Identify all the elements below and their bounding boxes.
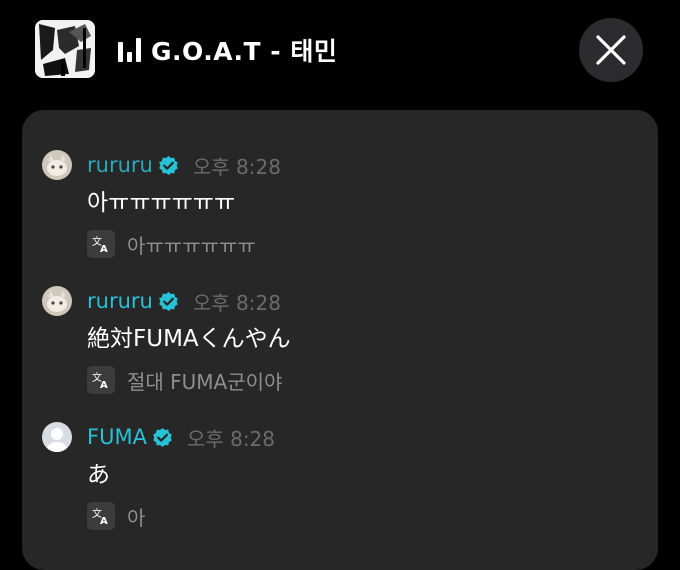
- username[interactable]: FUMA: [87, 425, 147, 449]
- translation-text: 아: [127, 505, 146, 530]
- translate-icon: 文 A: [87, 366, 115, 394]
- chat-message: rururu 오후 8:28 絶対FUMAくんやん 文 A 절대 FUMA군이야: [42, 286, 642, 394]
- track-title: G.O.A.T - 태민: [151, 37, 338, 66]
- now-playing: G.O.A.T - 태민: [118, 33, 337, 67]
- verified-badge-icon: [153, 427, 172, 447]
- avatar[interactable]: [42, 286, 72, 316]
- message-text: あ: [87, 462, 110, 488]
- translation-text: 절대 FUMA군이야: [127, 369, 283, 394]
- chat-panel: rururu 오후 8:28 아ㅠㅠㅠㅠㅠㅠ 文 A 아ㅠㅠㅠㅠㅠㅠ rurur…: [22, 110, 658, 570]
- message-text: 아ㅠㅠㅠㅠㅠㅠ: [87, 190, 236, 216]
- translation-row: 文 A 아: [87, 502, 642, 530]
- verified-badge-icon: [158, 155, 178, 175]
- translation-row: 文 A 아ㅠㅠㅠㅠㅠㅠ: [87, 230, 642, 258]
- chat-message: rururu 오후 8:28 아ㅠㅠㅠㅠㅠㅠ 文 A 아ㅠㅠㅠㅠㅠㅠ: [42, 150, 642, 258]
- avatar[interactable]: [42, 422, 72, 452]
- close-icon: [596, 35, 626, 65]
- message-text: 絶対FUMAくんやん: [87, 326, 291, 352]
- close-button[interactable]: [579, 18, 643, 82]
- username[interactable]: rururu: [87, 289, 153, 313]
- translate-icon: 文 A: [87, 230, 115, 258]
- verified-badge-icon: [158, 291, 178, 311]
- equalizer-icon: [118, 38, 141, 62]
- translate-icon: 文 A: [87, 502, 115, 530]
- svg-text:A: A: [100, 244, 108, 254]
- message-time: 오후 8:28: [186, 426, 276, 451]
- message-time: 오후 8:28: [192, 290, 281, 315]
- message-time: 오후 8:28: [192, 154, 281, 179]
- player-header: G.O.A.T - 태민: [0, 0, 680, 100]
- translation-row: 文 A 절대 FUMA군이야: [87, 366, 642, 394]
- svg-text:A: A: [100, 380, 108, 390]
- avatar[interactable]: [42, 150, 72, 180]
- translation-text: 아ㅠㅠㅠㅠㅠㅠ: [127, 233, 256, 258]
- chat-message: FUMA 오후 8:28 あ 文 A 아: [42, 422, 642, 530]
- username[interactable]: rururu: [87, 153, 153, 177]
- album-art[interactable]: [35, 20, 95, 78]
- svg-text:A: A: [100, 516, 108, 526]
